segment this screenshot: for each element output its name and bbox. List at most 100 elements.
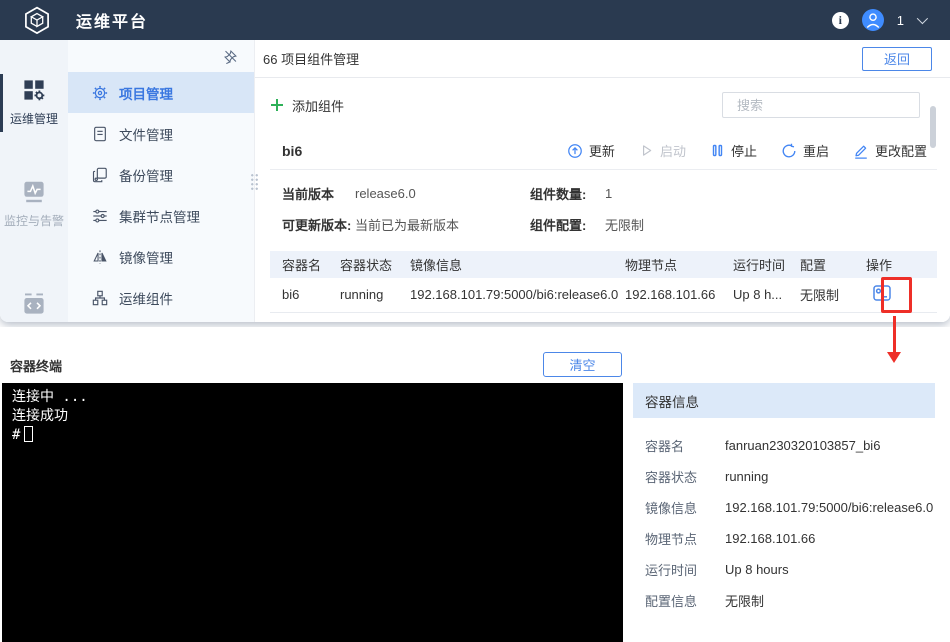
logo-cube-icon <box>22 5 52 35</box>
sidebar-nav: 项目管理 文件管理 备份管理 集群节点管理 镜像管理 运维组件 <box>68 40 259 322</box>
terminal-window[interactable]: 连接中 ... 连接成功 # <box>2 383 623 642</box>
field-label: 运行时间 <box>645 563 698 578</box>
highlight-arrow-line <box>893 316 896 352</box>
back-button[interactable]: 返回 <box>862 46 932 71</box>
field-label: 配置信息 <box>645 594 698 609</box>
user-icon <box>866 13 880 29</box>
container-table: 容器名 容器状态 镜像信息 物理节点 运行时间 配置 操作 bi6 runnin <box>270 251 937 313</box>
rail-item-ops[interactable]: 运维管理 <box>0 78 68 127</box>
cell-container-name: bi6 <box>270 278 340 313</box>
stop-button[interactable]: 停止 <box>710 141 757 160</box>
clear-button[interactable]: 清空 <box>543 352 622 377</box>
restart-icon <box>782 143 796 157</box>
play-icon <box>642 145 652 156</box>
info-label: 组件配置: <box>530 218 587 233</box>
field-value: 192.168.101.79:5000/bi6:release6.0 <box>725 500 934 515</box>
cell-config: 无限制 <box>800 278 866 313</box>
component-panel: bi6 更新 启动 停止 重启 更改配置 当前版本 release6.0 组件数… <box>270 132 937 313</box>
main-content: 66 项目组件管理 返回 添加组件 搜索 bi6 更新 启动 停止 重启 更改配… <box>255 40 950 322</box>
user-count: 1 <box>896 12 904 28</box>
container-info-row: 物理节点 192.168.101.66 <box>645 523 935 554</box>
pin-off-icon[interactable] <box>223 49 238 64</box>
col-operation: 操作 <box>866 251 937 278</box>
action-label: 更改配置 <box>874 144 927 159</box>
action-label: 更新 <box>588 144 615 159</box>
table-row: bi6 running 192.168.101.79:5000/bi6:rele… <box>270 278 937 313</box>
search-box <box>722 92 920 118</box>
cell-image-info: 192.168.101.79:5000/bi6:release6.0 <box>410 278 625 313</box>
container-info-panel: 容器信息 容器名 fanruan230320103857_bi6 容器状态 ru… <box>633 383 935 616</box>
action-label: 重启 <box>802 144 829 159</box>
chevron-down-icon[interactable] <box>916 12 929 25</box>
sidebar-item-label: 集群节点管理 <box>119 209 200 225</box>
backup-copy-icon <box>92 167 107 182</box>
plus-icon <box>271 99 283 111</box>
info-label: 组件数量: <box>530 187 587 202</box>
sidebar-item-file-mgmt[interactable]: 文件管理 <box>68 113 254 154</box>
rail-item-monitoring[interactable]: 监控与告警 <box>0 180 68 229</box>
rail-item-dev[interactable] <box>0 292 68 316</box>
toolbar: 添加组件 <box>270 91 920 119</box>
container-info-row: 容器名 fanruan230320103857_bi6 <box>645 430 935 461</box>
sidebar-item-cluster-node-mgmt[interactable]: 集群节点管理 <box>68 195 254 236</box>
field-label: 容器名 <box>645 439 685 454</box>
restart-button[interactable]: 重启 <box>781 141 829 160</box>
col-config: 配置 <box>800 251 866 278</box>
scrollbar-thumb[interactable] <box>930 106 936 148</box>
sidebar-resize-handle[interactable] <box>250 173 259 192</box>
sidebar-item-image-mgmt[interactable]: 镜像管理 <box>68 236 254 277</box>
field-label: 镜像信息 <box>645 501 698 516</box>
cell-physical-node: 192.168.101.66 <box>625 278 733 313</box>
update-icon <box>568 143 582 158</box>
col-uptime: 运行时间 <box>733 251 800 278</box>
terminal-line: 连接中 ... <box>12 389 88 405</box>
add-component-button[interactable]: 添加组件 <box>270 96 344 115</box>
terminal-section: 容器终端 清空 连接中 ... 连接成功 # 容器信息 容器名 fanruan2… <box>0 327 950 642</box>
cluster-sliders-icon <box>93 208 107 223</box>
sidebar-item-label: 运维组件 <box>119 291 173 307</box>
search-input[interactable] <box>737 97 913 113</box>
change-config-button[interactable]: 更改配置 <box>853 141 927 160</box>
app-title: 运维平台 <box>76 14 149 31</box>
col-container-name: 容器名 <box>270 251 340 278</box>
info-value: 1 <box>605 186 613 201</box>
app-window: 运维平台 i 1 运维管理 监控与告警 项目管理 文件管理 备份管理 集群节点管… <box>0 0 950 322</box>
component-info-grid: 当前版本 release6.0 组件数量: 1 可更新版本: 当前已为最新版本 … <box>270 170 937 240</box>
col-container-status: 容器状态 <box>340 251 410 278</box>
col-physical-node: 物理节点 <box>625 251 733 278</box>
terminal-line: 连接成功 <box>12 408 68 424</box>
container-info-row: 运行时间 Up 8 hours <box>645 554 935 585</box>
breadcrumb-row: 66 项目组件管理 返回 <box>255 40 950 78</box>
sidebar-item-backup-mgmt[interactable]: 备份管理 <box>68 154 254 195</box>
avatar[interactable] <box>861 9 884 31</box>
add-component-label: 添加组件 <box>292 98 345 114</box>
start-button[interactable]: 启动 <box>639 141 686 160</box>
info-icon[interactable]: i <box>831 11 849 29</box>
rail-item-label: 监控与告警 <box>3 214 64 228</box>
rail-item-label: 运维管理 <box>9 112 58 126</box>
update-button[interactable]: 更新 <box>567 141 615 160</box>
terminal-title: 容器终端 <box>10 359 63 374</box>
sidebar-item-label: 项目管理 <box>119 86 173 102</box>
col-image-info: 镜像信息 <box>410 251 625 278</box>
info-value: 当前已为最新版本 <box>355 218 460 233</box>
highlight-arrow-head <box>887 352 901 363</box>
sidebar-item-project-mgmt[interactable]: 项目管理 <box>68 72 254 113</box>
field-value: 无限制 <box>725 594 765 609</box>
info-label: 可更新版本: <box>282 218 352 233</box>
file-icon <box>94 126 106 141</box>
edit-icon <box>855 145 867 159</box>
app-header: 运维平台 i 1 <box>0 0 950 40</box>
breadcrumb: 66 项目组件管理 <box>263 52 360 67</box>
monitor-chart-icon <box>24 181 44 203</box>
field-value: 192.168.101.66 <box>725 531 816 546</box>
container-info-row: 镜像信息 192.168.101.79:5000/bi6:release6.0 <box>645 492 935 523</box>
table-header-row: 容器名 容器状态 镜像信息 物理节点 运行时间 配置 操作 <box>270 251 937 278</box>
info-value: release6.0 <box>355 186 416 201</box>
container-info-row: 配置信息 无限制 <box>645 585 935 616</box>
field-label: 容器状态 <box>645 470 698 485</box>
cell-uptime: Up 8 h... <box>733 278 800 313</box>
sidebar-pin-row <box>68 40 254 72</box>
sidebar-item-ops-components[interactable]: 运维组件 <box>68 277 254 318</box>
terminal-prompt: # <box>12 427 21 443</box>
